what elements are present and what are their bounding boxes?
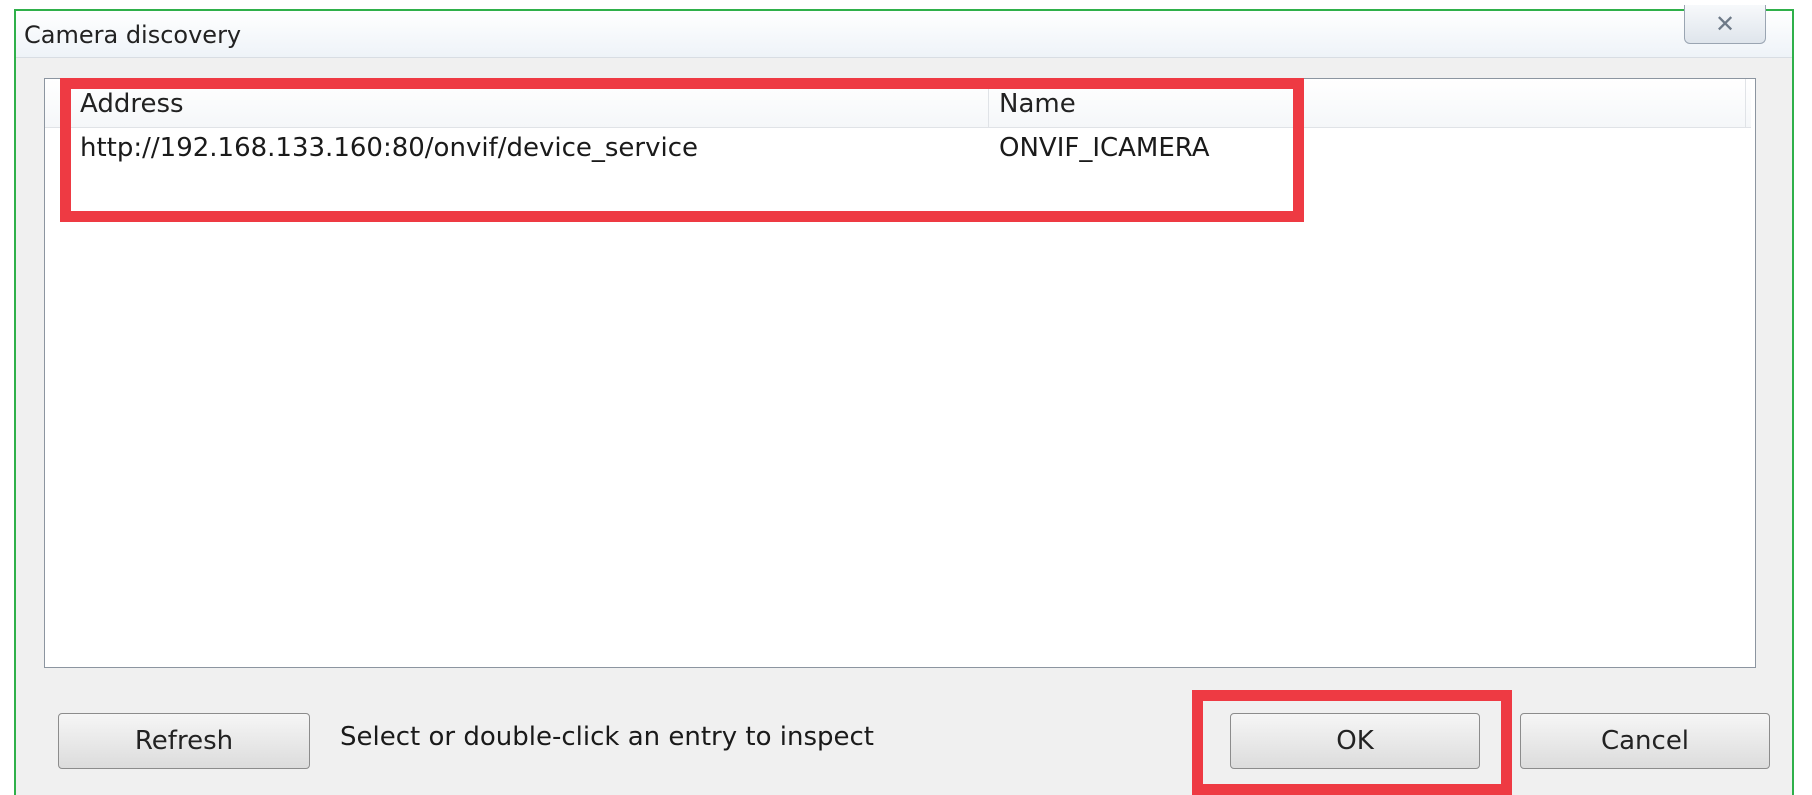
table-row[interactable]: http://192.168.133.160:80/onvif/device_s… <box>45 129 1751 171</box>
column-header-name[interactable]: Name <box>999 89 1076 119</box>
column-divider[interactable] <box>1745 79 1746 127</box>
refresh-button[interactable]: Refresh <box>58 713 310 769</box>
column-divider[interactable] <box>988 79 989 127</box>
ok-button[interactable]: OK <box>1230 713 1480 769</box>
cancel-button[interactable]: Cancel <box>1520 713 1770 769</box>
close-button[interactable]: ✕ <box>1684 5 1766 44</box>
cell-address: http://192.168.133.160:80/onvif/device_s… <box>80 133 698 163</box>
cell-name: ONVIF_ICAMERA <box>999 133 1210 163</box>
window-title: Camera discovery <box>24 21 242 49</box>
column-header-address[interactable]: Address <box>80 89 184 119</box>
status-text: Select or double-click an entry to inspe… <box>340 722 874 752</box>
title-bar: Camera discovery ✕ <box>16 5 1792 58</box>
camera-list[interactable]: Address Name http://192.168.133.160:80/o… <box>44 78 1756 668</box>
close-icon: ✕ <box>1714 10 1736 38</box>
list-header: Address Name <box>45 79 1751 128</box>
